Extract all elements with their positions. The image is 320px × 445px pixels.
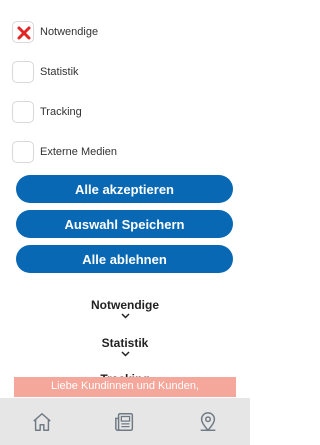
checkbox-externe-medien[interactable] [12,141,34,163]
option-label: Externe Medien [40,146,118,158]
home-icon[interactable] [31,411,53,433]
option-notwendige[interactable]: Notwendige [12,20,98,44]
section-title: Notwendige [91,298,159,312]
checkbox-notwendige[interactable] [12,21,34,43]
option-label: Tracking [40,106,82,118]
reject-all-button[interactable]: Alle ablehnen [16,245,233,273]
location-pin-icon[interactable] [197,411,219,433]
check-x-icon [17,26,31,40]
option-label: Notwendige [40,26,99,38]
checkbox-tracking[interactable] [12,101,34,123]
save-selection-button[interactable]: Auswahl Speichern [16,210,233,238]
chevron-down-icon[interactable] [120,351,130,357]
option-tracking[interactable]: Tracking [12,100,82,124]
newspaper-icon[interactable] [114,411,136,433]
section-notwendige[interactable]: Notwendige [0,298,250,319]
section-statistik[interactable]: Statistik [0,336,250,357]
option-label: Statistik [40,66,79,78]
chevron-down-icon[interactable] [120,313,130,319]
checkbox-statistik[interactable] [12,61,34,83]
section-title: Statistik [101,336,149,350]
bottom-nav [0,398,250,445]
accept-all-button[interactable]: Alle akzeptieren [16,175,233,203]
option-externe-medien[interactable]: Externe Medien [12,140,117,164]
notice-banner: Liebe Kundinnen und Kunden, [14,377,236,397]
option-statistik[interactable]: Statistik [12,60,79,84]
